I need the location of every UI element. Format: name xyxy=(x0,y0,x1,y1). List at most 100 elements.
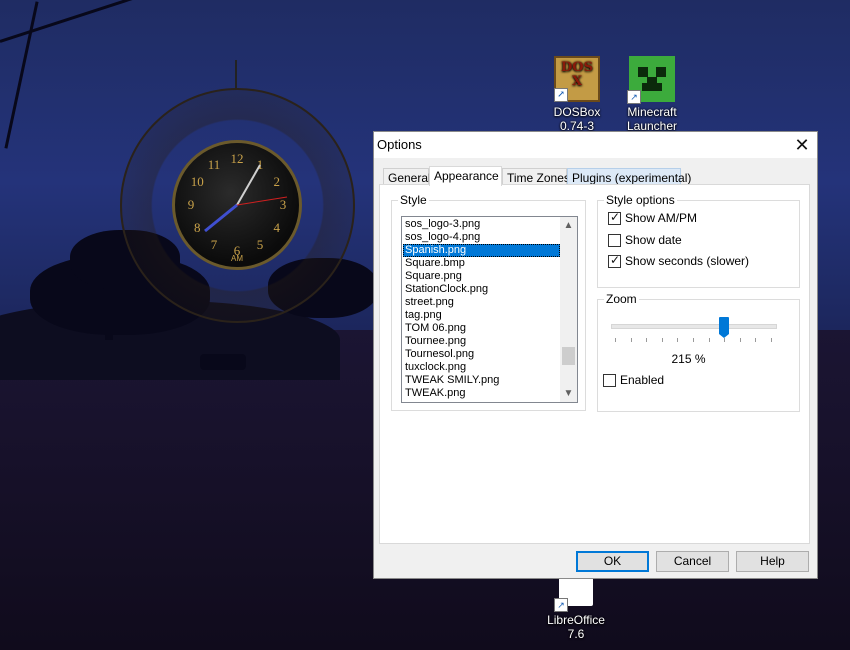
style-list-item[interactable]: TWEAK.png xyxy=(403,387,560,400)
show-ampm-checkbox[interactable]: ✓ Show AM/PM xyxy=(608,210,698,226)
zoom-label: Zoom xyxy=(604,292,639,306)
cow-silhouette xyxy=(200,354,246,370)
desktop-icon-label: DOSBox xyxy=(553,105,601,119)
check-icon: ✓ xyxy=(610,253,621,267)
show-date-label: Show date xyxy=(625,233,682,247)
tab-time-zones[interactable]: Time Zones xyxy=(502,168,570,185)
clock-numeral: 7 xyxy=(211,237,218,252)
show-ampm-label: Show AM/PM xyxy=(625,211,698,225)
style-list-item[interactable]: sos_logo-4.png xyxy=(403,231,560,244)
slider-tick xyxy=(615,338,616,342)
desktop-icon-label: LibreOffice xyxy=(547,613,605,627)
style-list-item[interactable]: StationClock.png xyxy=(403,283,560,296)
show-seconds-checkbox[interactable]: ✓ Show seconds (slower) xyxy=(608,253,750,269)
clock-numeral: 3 xyxy=(280,197,287,212)
minecraft-creeper-icon: ↗ xyxy=(627,56,675,104)
cancel-button[interactable]: Cancel xyxy=(656,551,729,572)
help-button[interactable]: Help xyxy=(736,551,809,572)
style-listbox[interactable]: sos_logo-3.png sos_logo-4.png Spanish.png S… xyxy=(401,216,578,403)
desktop-icon-libreoffice[interactable]: ↗ LibreOffice 7.6 xyxy=(541,574,611,641)
tab-appearance[interactable]: Appearance xyxy=(429,166,502,186)
desktop-icon-minecraft-launcher[interactable]: ↗ Minecraft Launcher xyxy=(617,56,687,133)
slider-tick xyxy=(661,338,663,342)
style-list-item[interactable]: Spanish.png xyxy=(403,244,560,257)
clock-numeral: 5 xyxy=(257,237,264,252)
slider-tick xyxy=(677,338,679,342)
ok-button[interactable]: OK xyxy=(576,551,649,572)
desktop-icon-label: Minecraft xyxy=(627,105,677,119)
libreoffice-icon: ↗ xyxy=(554,574,596,612)
zoom-slider-thumb[interactable] xyxy=(719,317,730,338)
checkbox-box xyxy=(603,374,616,387)
clock-numeral: 11 xyxy=(208,157,221,172)
clock-numeral: 12 xyxy=(231,151,244,166)
clock-numeral: 4 xyxy=(274,220,281,235)
slider-tick xyxy=(724,338,726,342)
clock-numeral: 2 xyxy=(274,174,281,189)
clock-numeral: 8 xyxy=(194,220,201,235)
slider-tick xyxy=(708,338,710,342)
slider-tick xyxy=(693,338,694,342)
style-list-item[interactable]: TWEAK SMILY.png xyxy=(403,374,560,387)
dosbox-icon-art: DOS X xyxy=(561,60,593,89)
show-date-checkbox[interactable]: Show date xyxy=(608,234,682,248)
style-list-scrollbar[interactable]: ▲ ▼ xyxy=(560,217,577,402)
dosbox-icon: DOS X ↗ xyxy=(554,56,600,102)
style-list-item[interactable]: Tournee.png xyxy=(403,335,560,348)
checkbox-box: ✓ xyxy=(608,210,621,225)
style-list-item[interactable]: tag.png xyxy=(403,309,560,322)
scroll-thumb[interactable] xyxy=(562,347,575,366)
style-options-group: Style options ✓ Show AM/PM Show date ✓ Sho… xyxy=(597,193,800,288)
shortcut-arrow-icon: ↗ xyxy=(554,598,568,612)
tab-general[interactable]: General xyxy=(383,168,431,185)
checkbox-box: ✓ xyxy=(608,253,621,268)
zoom-slider-ticks xyxy=(615,338,772,342)
slider-tick xyxy=(771,338,772,342)
shortcut-arrow-icon: ↗ xyxy=(554,88,568,102)
checkbox-box xyxy=(608,234,621,247)
zoom-enabled-checkbox[interactable]: Enabled xyxy=(603,374,664,388)
style-list-item[interactable]: tuxclock.png xyxy=(403,361,560,374)
style-list-item[interactable]: street.png xyxy=(403,296,560,309)
style-group-label: Style xyxy=(398,193,429,207)
dialog-title: Options xyxy=(377,137,422,152)
clock-face: 12 1 2 3 4 5 6 7 8 9 10 11 AM xyxy=(172,140,302,270)
clock-numeral: 9 xyxy=(188,197,195,212)
check-icon: ✓ xyxy=(610,210,621,224)
options-dialog: Options ✕ General Appearance Time Zones … xyxy=(373,131,818,579)
clock-hands: 12 1234567891011 AM xyxy=(188,151,288,263)
clock-brand: AM xyxy=(231,254,243,263)
minute-hand xyxy=(236,164,261,206)
zoom-slider-track[interactable] xyxy=(611,324,777,329)
clock-gadget[interactable]: 12 1 2 3 4 5 6 7 8 9 10 11 AM xyxy=(120,88,355,323)
tab-plugins[interactable]: Plugins (experimental) xyxy=(567,168,691,185)
branch-silhouette xyxy=(4,1,39,149)
dialog-titlebar[interactable]: Options ✕ xyxy=(374,132,817,158)
style-group: Style sos_logo-3.png sos_logo-4.png Spanis… xyxy=(391,193,586,411)
show-seconds-label: Show seconds (slower) xyxy=(625,254,750,268)
close-button[interactable]: ✕ xyxy=(787,132,817,158)
style-list-item[interactable]: Square.png xyxy=(403,270,560,283)
zoom-value: 215 % xyxy=(671,352,706,366)
appearance-panel: Style sos_logo-3.png sos_logo-4.png Spanis… xyxy=(379,184,810,544)
style-list-item[interactable]: TOM 06.png xyxy=(403,322,560,335)
clock-numeral: 10 xyxy=(191,174,204,189)
style-list-item[interactable]: sos_logo-3.png xyxy=(403,218,560,231)
slider-tick xyxy=(646,338,648,342)
style-list-item[interactable]: Tournesol.png xyxy=(403,348,560,361)
scroll-down-button[interactable]: ▼ xyxy=(560,385,577,402)
slider-tick xyxy=(739,338,741,342)
zoom-enabled-label: Enabled xyxy=(620,373,665,387)
style-options-label: Style options xyxy=(604,193,677,207)
scroll-up-button[interactable]: ▲ xyxy=(560,217,577,234)
style-list-item[interactable]: Square.bmp xyxy=(403,257,560,270)
slider-tick xyxy=(630,338,632,342)
shortcut-arrow-icon: ↗ xyxy=(627,90,641,104)
branch-silhouette xyxy=(0,0,286,43)
zoom-group: Zoom 215 % Enabled xyxy=(597,292,800,412)
clock-hanger xyxy=(235,60,237,90)
tree-trunk xyxy=(105,300,113,340)
desktop-icon-dosbox[interactable]: DOS X ↗ DOSBox 0.74-3 xyxy=(542,56,612,133)
slider-tick xyxy=(755,338,757,342)
hour-hand xyxy=(204,203,238,233)
